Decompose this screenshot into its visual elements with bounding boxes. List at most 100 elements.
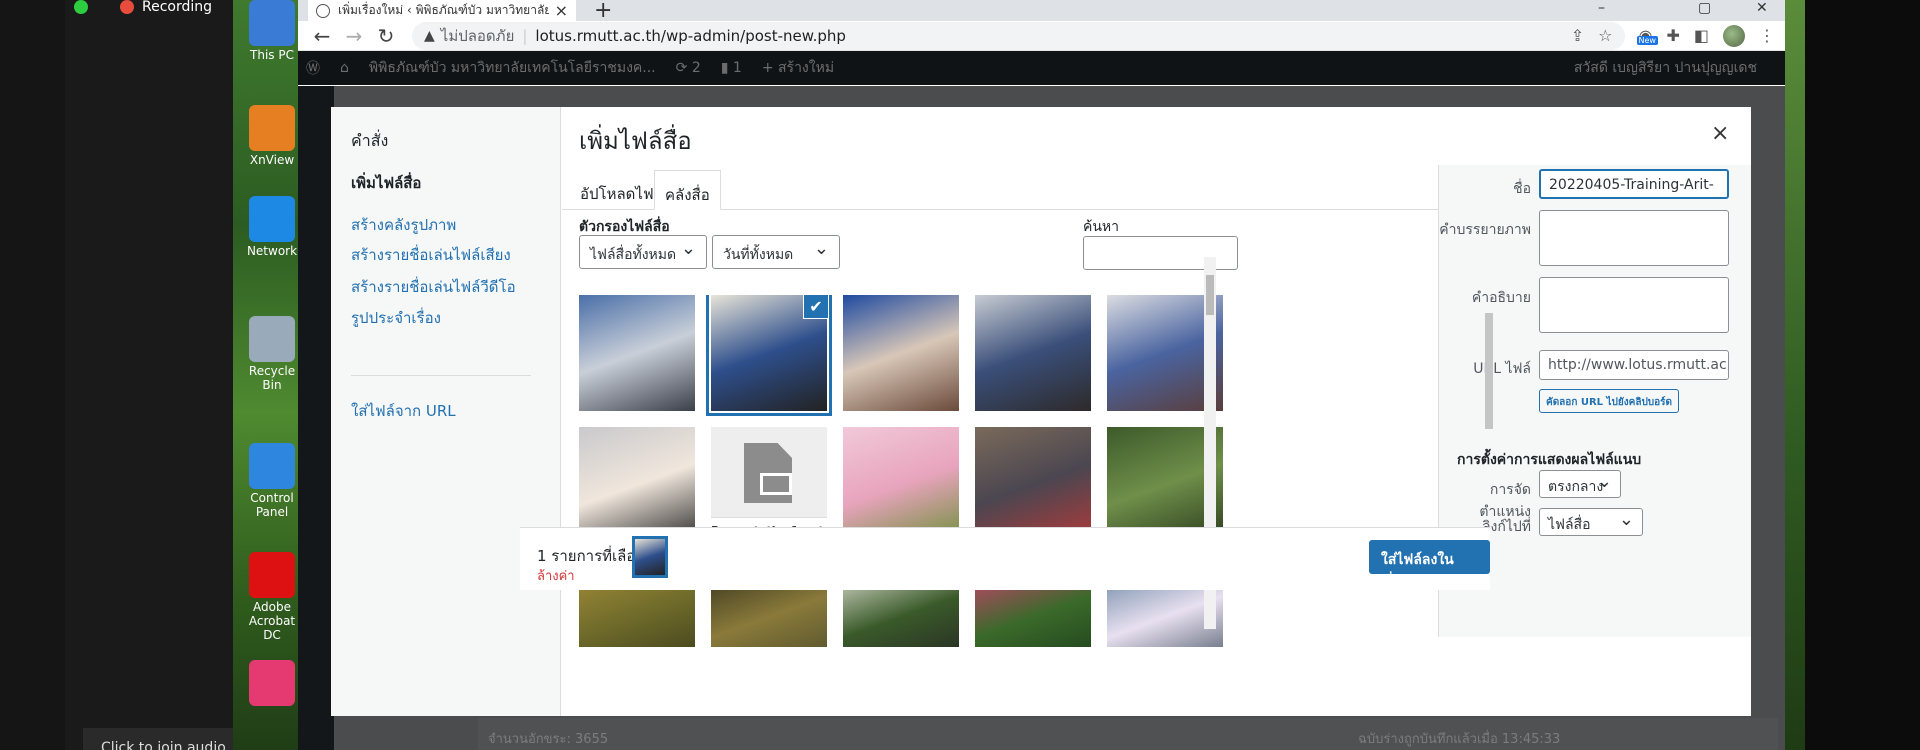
date-filter-select[interactable]: วันที่ทั้งหมด <box>712 235 840 269</box>
menu-item[interactable]: สร้างรายชื่อเล่นไฟล์วีดีโอ <box>351 275 516 299</box>
desktop-icon-label: Adobe Acrobat DC <box>248 600 296 642</box>
menu-item[interactable]: สร้างคลังรูปภาพ <box>351 213 456 237</box>
updates-indicator[interactable]: ⟳ 2 <box>676 60 701 76</box>
profile-avatar[interactable] <box>1723 24 1745 47</box>
editor-status-bar: จำนวนอักขระ: 3655 ฉบับร่างถูกบันทึกแล้วเ… <box>478 718 1778 750</box>
desktop-app-icon <box>249 0 295 46</box>
user-greeting[interactable]: สวัสดี เบญสิรียา ปานปุญญเดช <box>1574 57 1757 79</box>
modal-title: เพิ่มไฟล์สื่อ <box>579 127 692 155</box>
menu-separator <box>351 375 531 376</box>
menu-item[interactable]: เพิ่มไฟล์สื่อ <box>351 171 421 195</box>
recording-dot-icon <box>120 0 134 14</box>
desktop-app-icon <box>249 105 295 151</box>
desktop-icon[interactable]: XnView <box>244 105 300 167</box>
selected-thumbnail[interactable] <box>632 536 668 578</box>
maximize-icon[interactable]: ▢ <box>1698 0 1711 16</box>
comments-indicator[interactable]: ▮ 1 <box>721 60 742 76</box>
close-tab-icon[interactable]: × <box>555 1 568 20</box>
menu-item[interactable]: รูปประจำเรื่อง <box>351 306 441 330</box>
menu-title: คำสั่ง <box>351 131 389 150</box>
close-modal-icon[interactable]: × <box>1711 121 1729 146</box>
desktop-app-icon <box>249 443 295 489</box>
attachment-thumbnail[interactable] <box>843 427 959 543</box>
clear-selection-link[interactable]: ล้างค่า <box>537 565 575 586</box>
attachment-thumbnail[interactable] <box>843 295 959 411</box>
extension-new-icon[interactable]: ◉ <box>1636 26 1658 45</box>
selected-check-icon[interactable]: ✔ <box>803 295 829 319</box>
admin-sidebar <box>298 86 334 750</box>
desktop-icon-label: XnView <box>249 153 295 167</box>
file-url-field[interactable]: http://www.lotus.rmutt.ac <box>1539 350 1729 380</box>
desktop-icon[interactable]: Network <box>244 196 300 258</box>
media-frame-menu: คำสั่ง เพิ่มไฟล์สื่อสร้างคลังรูปภาพสร้าง… <box>331 107 561 716</box>
side-panel-icon[interactable]: ◧ <box>1694 26 1709 45</box>
tab-strip: เพิ่มเรื่องใหม่ ‹ พิพิธภัณฑ์บัว มหาวิทยา… <box>298 0 1785 23</box>
media-toolbar: 1 รายการที่เลือก ล้างค่า ใส่ไฟล์ลงในเรื่… <box>520 527 1490 590</box>
menu-item[interactable]: สร้างรายชื่อเล่นไฟล์เสียง <box>351 243 511 267</box>
menu-dots-icon[interactable]: ⋮ <box>1759 26 1775 45</box>
url-text[interactable]: lotus.rmutt.ac.th/wp-admin/post-new.php <box>535 27 1556 45</box>
address-bar[interactable]: ▲ ไม่ปลอดภัย | lotus.rmutt.ac.th/wp-admi… <box>412 21 1625 50</box>
browser-toolbar: ← → ↻ ▲ ไม่ปลอดภัย | lotus.rmutt.ac.th/w… <box>298 21 1785 51</box>
new-tab-button[interactable]: + <box>594 0 612 23</box>
recording-label: Recording <box>142 0 213 15</box>
desktop-app-icon <box>249 660 295 706</box>
desktop-icon[interactable]: Adobe Acrobat DC <box>244 552 300 642</box>
bookmark-star-icon[interactable]: ☆ <box>1598 26 1612 45</box>
wp-admin-bar: Ⓦ ⌂ พิพิธภัณฑ์บัว มหาวิทยาลัยเทคโนโลยีรา… <box>298 51 1785 85</box>
caption-field[interactable] <box>1539 210 1729 266</box>
attachment-thumbnail[interactable]: Presentation1.pptx <box>711 427 827 543</box>
copy-url-button[interactable]: คัดลอก URL ไปยังคลิปบอร์ด <box>1539 389 1680 413</box>
zoom-strip <box>65 0 233 750</box>
extensions-puzzle-icon[interactable]: ✚ <box>1666 26 1679 45</box>
back-icon[interactable]: ← <box>308 24 336 48</box>
wordpress-logo-icon[interactable]: Ⓦ <box>306 58 320 78</box>
menu-item-insert-from-url[interactable]: ใส่ไฟล์จาก URL <box>351 399 456 423</box>
desktop-app-icon <box>249 316 295 362</box>
desktop-icon-label: Recycle Bin <box>248 364 296 392</box>
attachment-thumbnail[interactable] <box>975 295 1091 411</box>
tab-title: เพิ่มเรื่องใหม่ ‹ พิพิธภัณฑ์บัว มหาวิทยา… <box>338 3 549 17</box>
tab-media-library[interactable]: คลังสื่อ <box>654 170 721 210</box>
insert-into-post-button[interactable]: ใส่ไฟล์ลงในเรื่อง <box>1369 540 1490 590</box>
attachment-thumbnail[interactable] <box>579 295 695 411</box>
search-label: ค้นหา <box>1083 219 1120 235</box>
desktop-app-icon <box>249 196 295 242</box>
insecure-label: ไม่ปลอดภัย <box>440 26 515 45</box>
minimize-icon[interactable]: – <box>1598 0 1605 16</box>
desktop-icon-label: Control Panel <box>250 491 294 519</box>
attachment-thumbnail[interactable]: ✔ <box>706 295 832 416</box>
close-window-icon[interactable]: ✕ <box>1756 0 1768 16</box>
forward-icon[interactable]: → <box>340 24 368 48</box>
browser-tab[interactable]: เพิ่มเรื่องใหม่ ‹ พิพิธภัณฑ์บัว มหาวิทยา… <box>308 0 576 21</box>
reload-icon[interactable]: ↻ <box>372 24 400 48</box>
zoom-right-panel <box>1805 0 1920 750</box>
recording-indicator: Recording <box>74 0 213 15</box>
updates-count: 2 <box>691 60 701 76</box>
attachment-thumbnail[interactable] <box>579 427 695 543</box>
desktop-icon[interactable]: This PC <box>244 0 300 62</box>
new-content-label: สร้างใหม่ <box>778 60 835 76</box>
details-scroll-thumb[interactable] <box>1485 313 1493 429</box>
globe-icon <box>316 3 330 18</box>
title-field[interactable]: 20220405-Training-Arit- <box>1539 169 1729 199</box>
grid-scroll-thumb[interactable] <box>1206 275 1214 315</box>
type-filter-select[interactable]: ไฟล์สื่อทั้งหมด <box>579 235 707 269</box>
new-content-menu[interactable]: + สร้างใหม่ <box>762 57 834 79</box>
link-to-select[interactable]: ไฟล์สื่อ <box>1539 508 1643 536</box>
desktop-icon[interactable] <box>244 660 300 708</box>
zoom-left-panel <box>0 0 65 750</box>
desktop-icon[interactable]: Control Panel <box>244 443 300 519</box>
security-shield-icon <box>74 0 88 14</box>
attachment-thumbnail[interactable] <box>975 427 1091 543</box>
home-icon[interactable]: ⌂ <box>340 60 349 76</box>
desktop-wallpaper-right <box>1785 0 1805 750</box>
draft-saved-status: ฉบับร่างถูกบันทึกแล้วเมื่อ 13:45:33 <box>1358 732 1561 747</box>
description-field[interactable] <box>1539 277 1729 333</box>
desktop-icon[interactable]: Recycle Bin <box>244 316 300 392</box>
align-select[interactable]: ตรงกลาง <box>1539 470 1621 498</box>
details-scrollbar[interactable] <box>1482 165 1496 525</box>
share-icon[interactable]: ⇪ <box>1571 26 1584 45</box>
media-modal: คำสั่ง เพิ่มไฟล์สื่อสร้างคลังรูปภาพสร้าง… <box>331 107 1751 716</box>
site-name[interactable]: พิพิธภัณฑ์บัว มหาวิทยาลัยเทคโนโลยีราชมงค… <box>369 57 656 79</box>
